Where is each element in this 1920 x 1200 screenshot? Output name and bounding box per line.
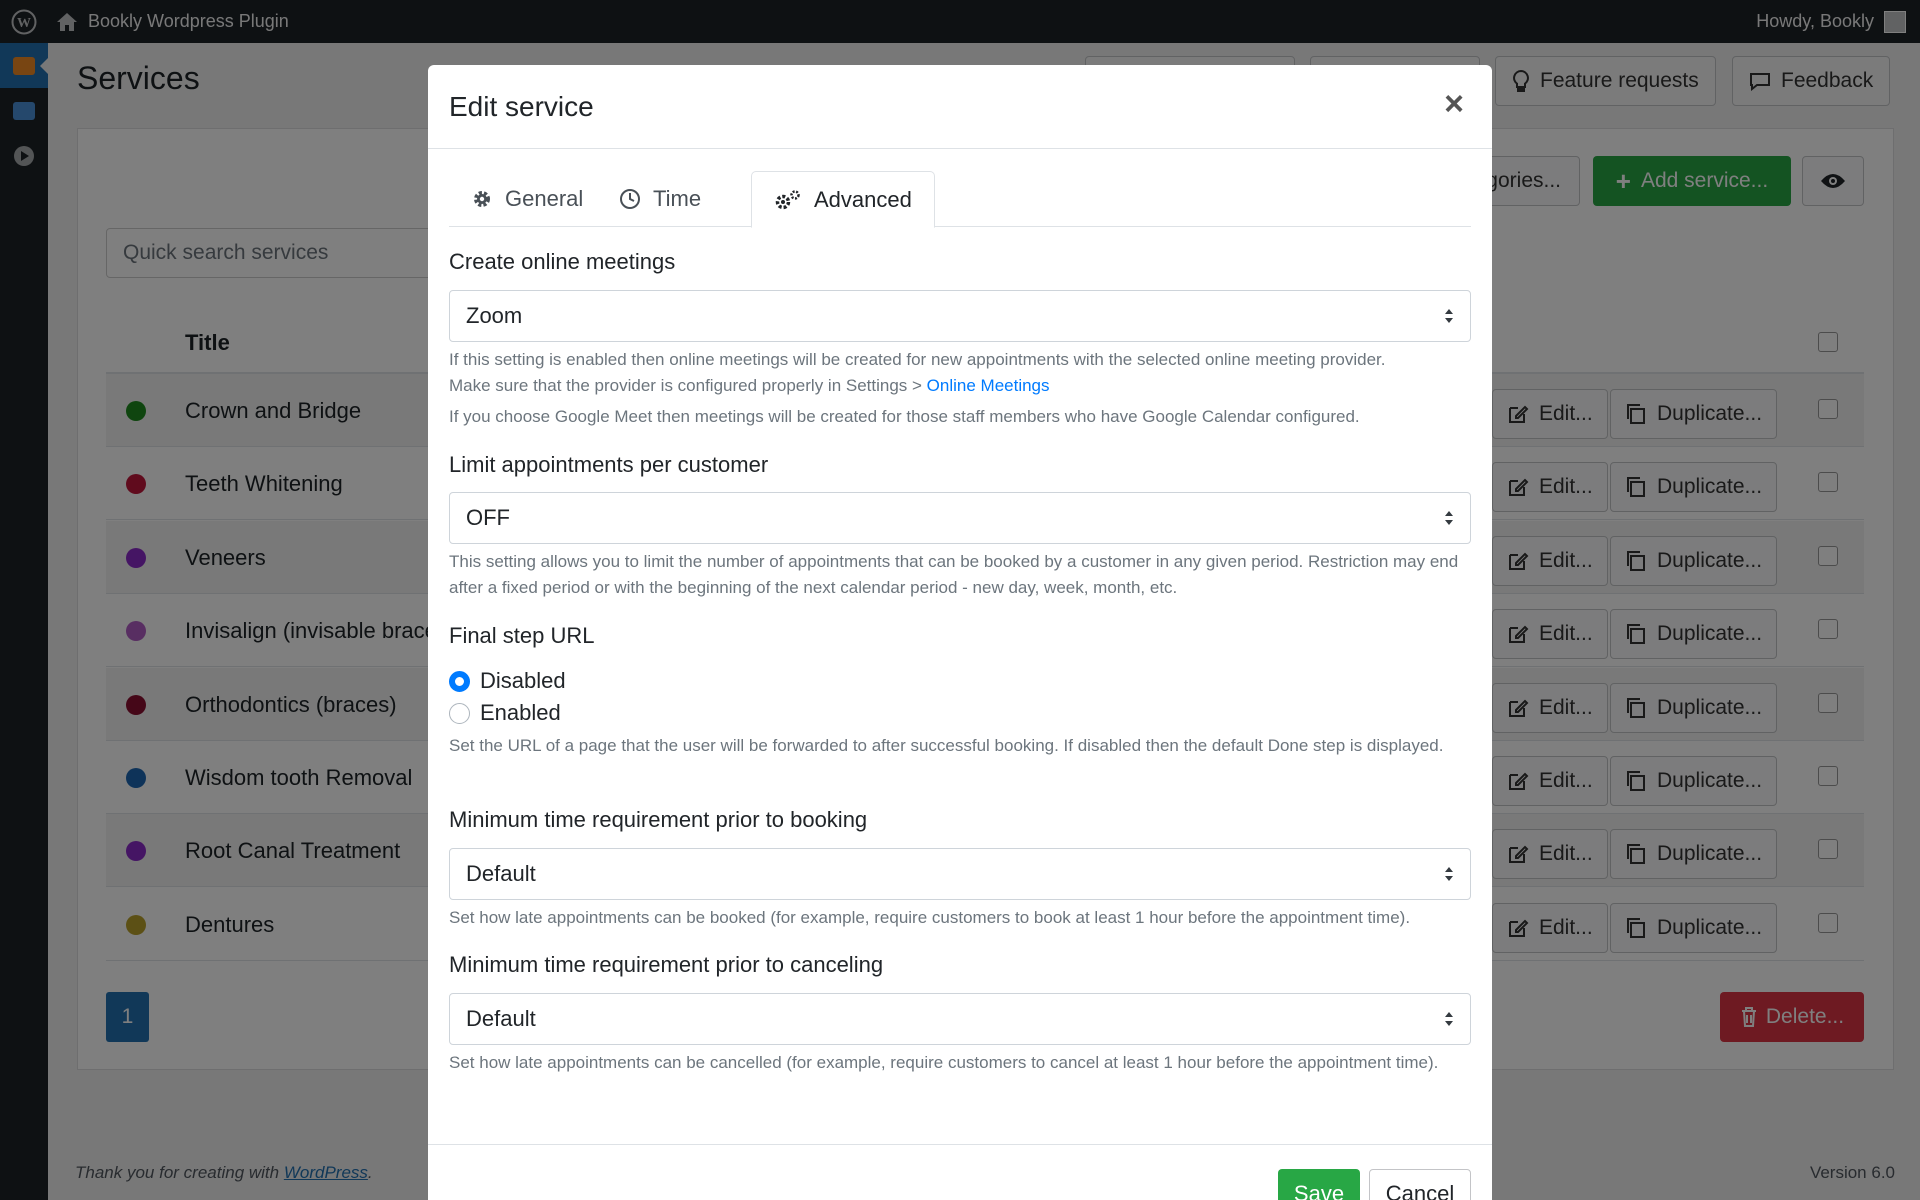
save-button[interactable]: Save bbox=[1278, 1169, 1360, 1200]
online-meetings-help-2-text: Make sure that the provider is configure… bbox=[449, 376, 927, 395]
gears-icon bbox=[775, 189, 800, 209]
min-time-canceling-select[interactable]: Default bbox=[449, 993, 1471, 1045]
modal-tabs: General Time Advanced bbox=[449, 171, 1471, 228]
limit-appointments-select[interactable]: OFF bbox=[449, 492, 1471, 544]
tab-time-label: Time bbox=[653, 186, 702, 211]
close-icon[interactable]: × bbox=[1444, 85, 1464, 124]
final-step-url-label: Final step URL bbox=[449, 623, 595, 648]
min-time-booking-label: Minimum time requirement prior to bookin… bbox=[449, 807, 868, 832]
final-step-disabled-radio[interactable]: Disabled bbox=[449, 668, 566, 694]
min-time-booking-help: Set how late appointments can be booked … bbox=[449, 908, 1411, 927]
select-arrows-icon bbox=[1445, 1012, 1453, 1026]
radio-unchecked[interactable] bbox=[449, 702, 470, 724]
online-meetings-help-3: If you choose Google Meet then meetings … bbox=[449, 407, 1360, 426]
select-arrows-icon bbox=[1445, 867, 1453, 881]
tab-advanced-label: Advanced bbox=[814, 186, 912, 212]
online-meetings-help-1: If this setting is enabled then online m… bbox=[449, 350, 1386, 369]
modal-footer-divider bbox=[428, 1144, 1492, 1145]
tab-general-label: General bbox=[505, 186, 584, 211]
online-meetings-help-2: Make sure that the provider is configure… bbox=[449, 373, 1471, 399]
min-time-canceling-label: Minimum time requirement prior to cancel… bbox=[449, 952, 884, 977]
limit-appointments-help: This setting allows you to limit the num… bbox=[449, 552, 1459, 597]
online-meetings-value: Zoom bbox=[466, 303, 523, 328]
select-arrows-icon bbox=[1445, 309, 1453, 323]
clock-icon bbox=[620, 189, 640, 209]
gear-icon bbox=[474, 191, 490, 207]
online-meetings-label: Create online meetings bbox=[449, 249, 676, 274]
tab-time[interactable]: Time bbox=[597, 171, 723, 227]
select-arrows-icon bbox=[1445, 511, 1453, 525]
limit-appointments-label: Limit appointments per customer bbox=[449, 452, 769, 477]
online-meetings-settings-link[interactable]: Online Meetings bbox=[927, 376, 1050, 395]
min-time-canceling-help: Set how late appointments can be cancell… bbox=[449, 1053, 1439, 1072]
modal-header: Edit service × bbox=[428, 65, 1492, 149]
final-step-enabled-label: Enabled bbox=[480, 700, 561, 725]
tab-general[interactable]: General bbox=[449, 171, 605, 227]
cancel-button[interactable]: Cancel bbox=[1369, 1169, 1471, 1200]
min-time-booking-value: Default bbox=[466, 861, 536, 886]
online-meetings-help: If this setting is enabled then online m… bbox=[449, 347, 1471, 430]
min-time-canceling-value: Default bbox=[466, 1006, 536, 1031]
final-step-url-help: Set the URL of a page that the user will… bbox=[449, 736, 1444, 755]
min-time-booking-select[interactable]: Default bbox=[449, 848, 1471, 900]
online-meetings-select[interactable]: Zoom bbox=[449, 290, 1471, 342]
limit-appointments-value: OFF bbox=[466, 505, 510, 530]
final-step-disabled-label: Disabled bbox=[480, 668, 566, 693]
tab-advanced[interactable]: Advanced bbox=[751, 171, 935, 228]
edit-service-modal: Edit service × General Time Advanced Cre… bbox=[428, 65, 1492, 1200]
modal-title: Edit service bbox=[449, 91, 594, 122]
radio-checked[interactable] bbox=[449, 670, 470, 692]
final-step-enabled-radio[interactable]: Enabled bbox=[449, 700, 561, 726]
